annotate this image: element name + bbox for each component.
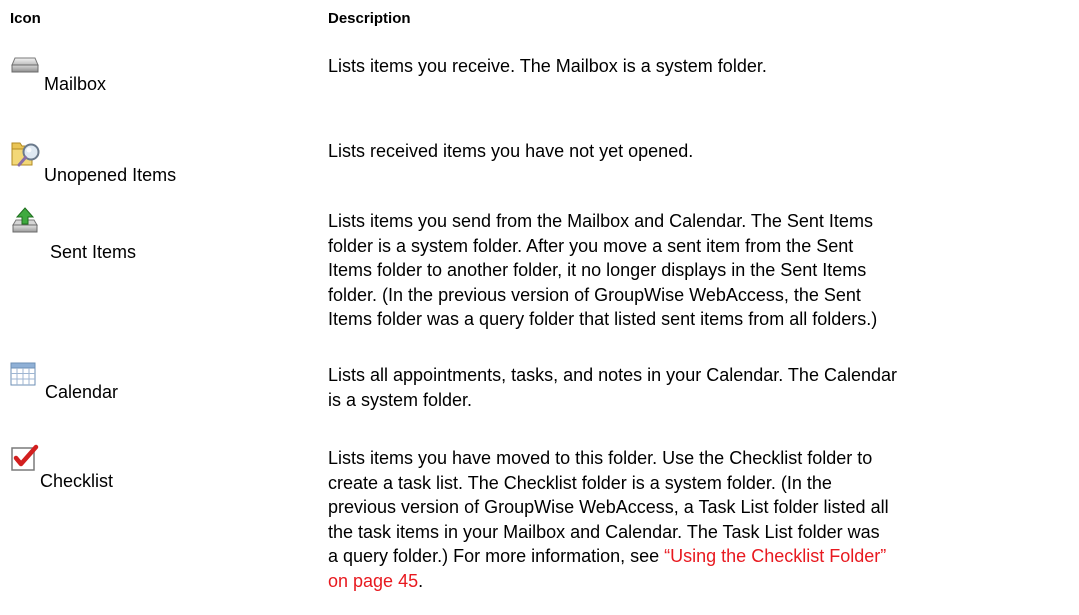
- description-line: previous version of GroupWise WebAccess,…: [328, 497, 889, 518]
- description-column-header: Description: [328, 10, 411, 27]
- row-label: Calendar: [45, 382, 119, 402]
- table-row-checklist: Checklist Lists items you have moved to …: [0, 444, 1079, 614]
- folder-magnifier-icon: [10, 137, 44, 171]
- description-line: folder is a system folder. After you mov…: [328, 235, 854, 256]
- icon-cell: Mailbox: [10, 52, 310, 112]
- icon-cell: Checklist: [10, 444, 310, 614]
- description-line: create a task list. The Checklist folder…: [328, 472, 832, 493]
- description-line: Lists all appointments, tasks, and notes…: [328, 365, 897, 385]
- description-line: folder. (In the previous version of Grou…: [328, 284, 861, 305]
- description-line: Items folder was a query folder that lis…: [328, 309, 878, 330]
- icon-cell: Sent Items: [10, 206, 310, 341]
- description-line: a query folder.) For more information, s…: [328, 544, 1074, 569]
- table-row-sent-items: Sent Items Lists items you send from the…: [0, 206, 1079, 341]
- table-row-calendar: Calendar Lists all appointments, tasks, …: [0, 360, 1079, 420]
- row-label: Checklist: [40, 471, 114, 491]
- page-reference-link[interactable]: on page 45: [328, 571, 418, 591]
- description-line: on page 45.: [328, 569, 1074, 594]
- description-line: is a system folder.: [328, 389, 473, 410]
- icon-cell: Unopened Items: [10, 137, 310, 192]
- row-label: Unopened Items: [44, 165, 177, 185]
- checkmark-box-icon: [10, 444, 40, 474]
- table-row-mailbox: Mailbox Lists items you receive. The Mai…: [0, 52, 1079, 112]
- description-line: Items folder to another folder, it no lo…: [328, 260, 867, 281]
- row-label: Sent Items: [50, 242, 137, 262]
- row-description: Lists items you receive. The Mailbox is …: [328, 56, 767, 76]
- sent-tray-arrow-icon: [10, 206, 40, 236]
- row-description: Lists received items you have not yet op…: [328, 141, 694, 161]
- icon-cell: Calendar: [10, 360, 310, 420]
- description-text: a query folder.) For more information, s…: [328, 546, 665, 567]
- row-description: Lists items you send from the Mailbox an…: [328, 209, 1074, 332]
- description-line: Lists items you have moved to this folde…: [328, 448, 873, 468]
- mailbox-tray-icon: [10, 52, 40, 82]
- description-line: Lists items you send from the Mailbox an…: [328, 211, 873, 231]
- row-label: Mailbox: [44, 74, 107, 94]
- trailing-period: .: [418, 570, 424, 591]
- icon-column-header: Icon: [10, 10, 41, 27]
- table-header: Icon Description: [0, 10, 1079, 30]
- checklist-folder-link[interactable]: “Using the Checklist Folder”: [664, 546, 886, 566]
- calendar-grid-icon: [10, 362, 40, 392]
- table-row-unopened-items: Unopened Items Lists received items you …: [0, 137, 1079, 192]
- description-line: the task items in your Mailbox and Calen…: [328, 521, 880, 542]
- row-description: Lists all appointments, tasks, and notes…: [328, 363, 1074, 412]
- row-description: Lists items you have moved to this folde…: [328, 446, 1074, 594]
